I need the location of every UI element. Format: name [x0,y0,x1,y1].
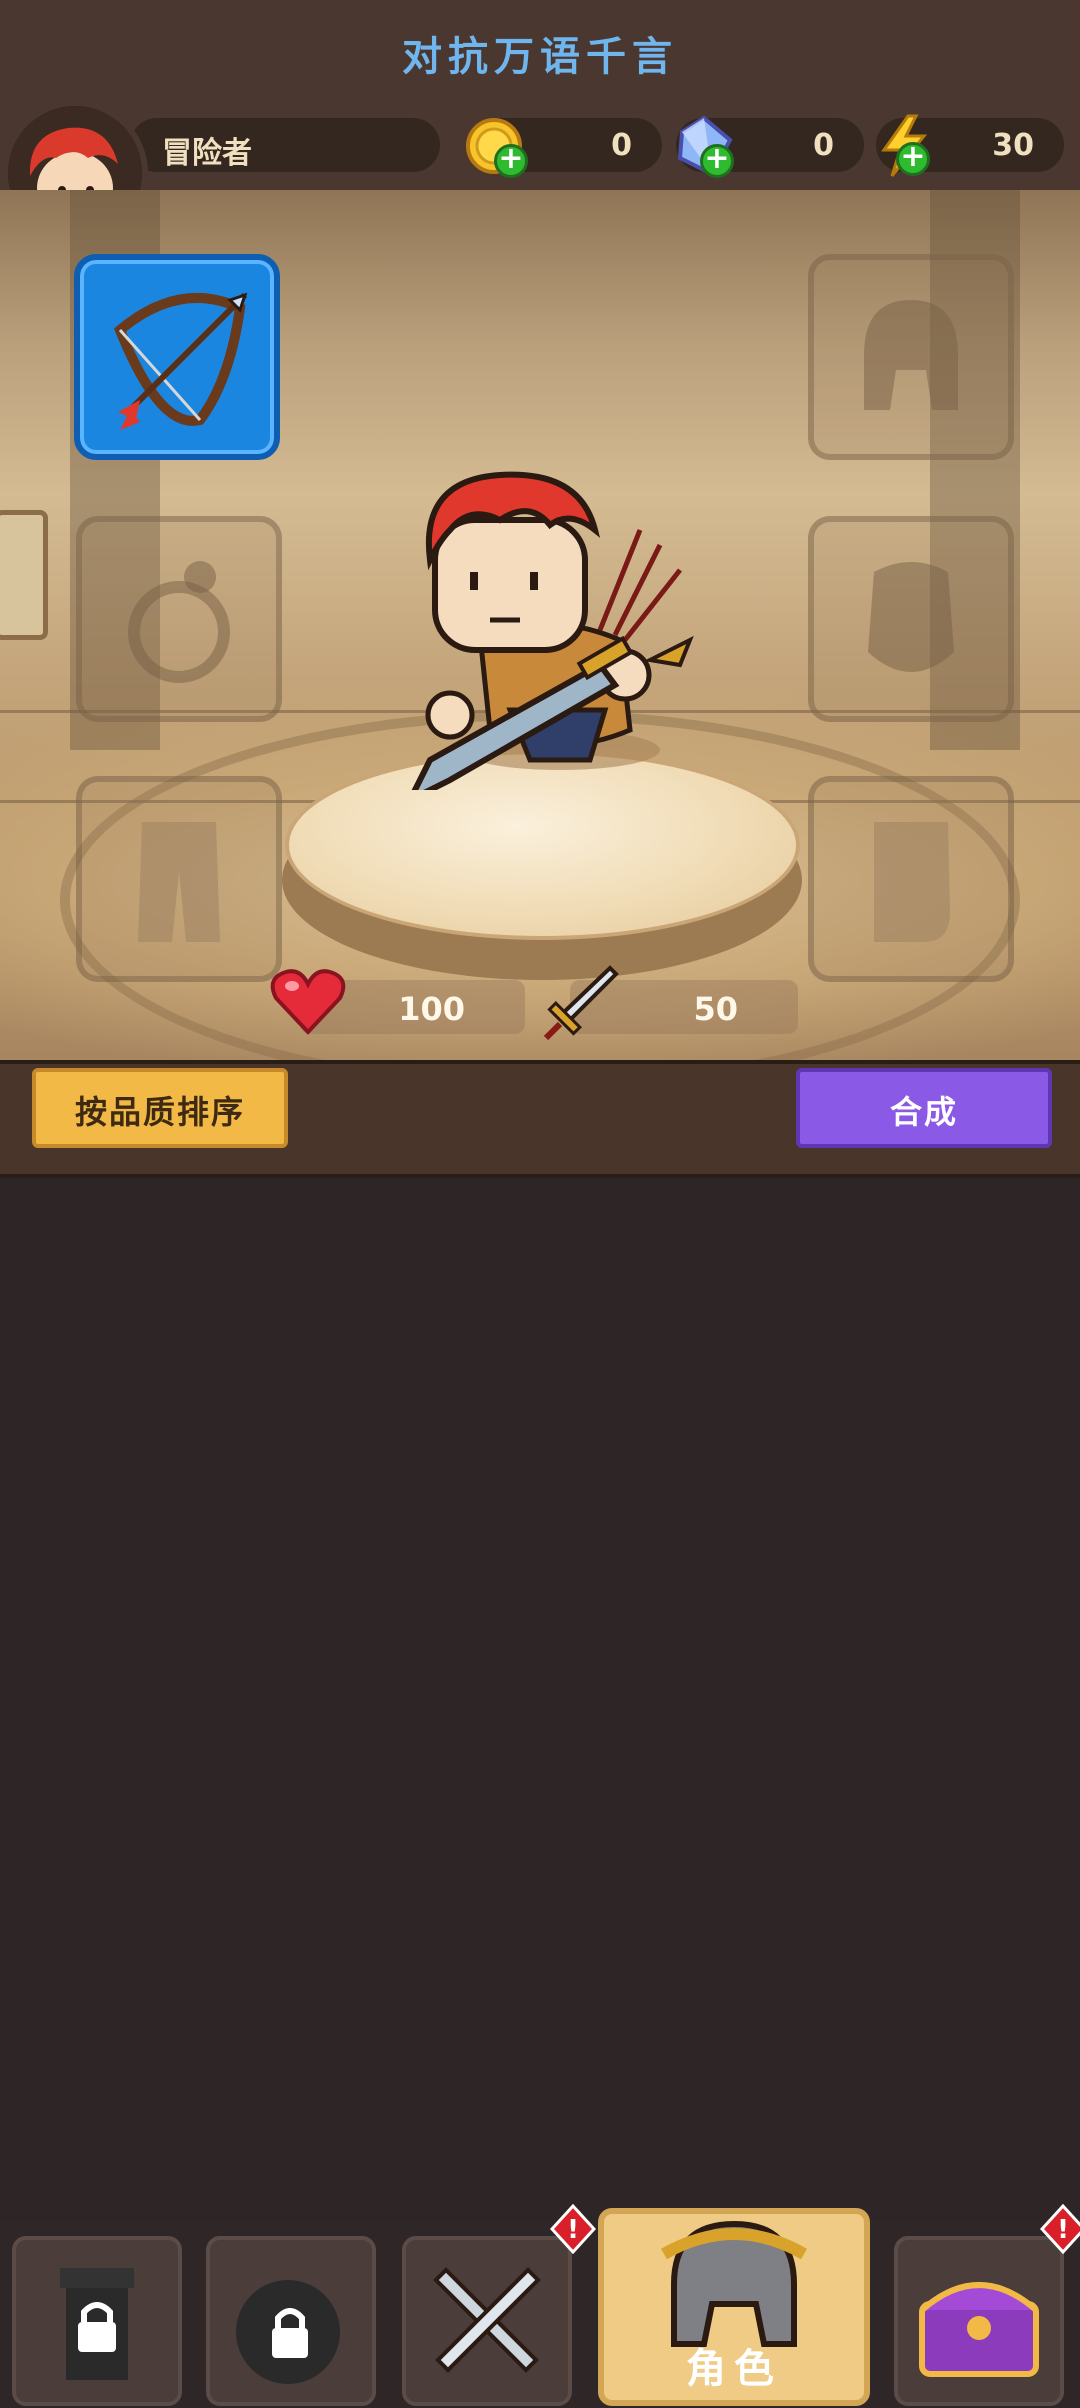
tab-character-label: 角色 [686,2346,782,2392]
player-name: 冒险者 [162,136,252,171]
health-value: 100 [398,990,465,1028]
heart-icon [270,969,346,1035]
gold-counter[interactable]: + 0 [466,118,662,178]
resource-bar: 冒险者 + 0 + 0 + 30 [0,100,1080,196]
pants-icon [138,822,220,942]
pants-slot[interactable] [76,776,282,982]
sort-by-quality-button[interactable]: 按品质排序 [32,1068,288,1148]
boots-slot[interactable] [808,776,1014,982]
add-gem-icon[interactable]: + [700,144,734,178]
tab-bomb-locked[interactable] [206,2236,376,2406]
helmet-icon [864,300,958,410]
top-bar: 对抗万语千言 [0,0,1080,104]
armor-icon [868,562,954,672]
tab-character[interactable]: 角色 [598,2208,870,2406]
battle-alert-icon: ! [550,2204,596,2254]
helmet-slot[interactable] [808,254,1014,460]
locked-bomb-icon [236,2280,340,2384]
svg-text:!: ! [567,2215,579,2245]
merge-button[interactable]: 合成 [796,1068,1052,1148]
energy-counter[interactable]: + 30 [876,114,1064,177]
attack-value: 50 [693,990,738,1028]
treasure-chest-icon [919,2282,1039,2377]
gem-counter[interactable]: + 0 [676,115,864,178]
gold-value: 0 [611,128,632,163]
tab-shop[interactable] [894,2236,1064,2406]
tab-tower-locked[interactable] [12,2236,182,2406]
player-name-pill[interactable]: 冒险者 [130,118,440,172]
tab-battle[interactable] [402,2236,572,2406]
inventory-grid [0,1178,1080,2218]
side-panel-tab[interactable] [0,510,48,640]
energy-value: 30 [992,128,1034,163]
game-title: 对抗万语千言 [402,34,678,80]
locked-tower-icon [60,2268,134,2380]
shop-alert-icon: ! [1040,2204,1080,2254]
add-energy-icon[interactable]: + [896,142,930,176]
bow-and-arrow-icon [114,292,248,430]
svg-text:!: ! [1057,2215,1069,2245]
hero-character[interactable] [390,460,710,790]
crossed-swords-icon [433,2267,541,2373]
sword-icon [543,965,619,1041]
gem-value: 0 [813,128,834,163]
ring-icon [128,561,230,683]
armor-slot[interactable] [808,516,1014,722]
add-gold-icon[interactable]: + [494,144,528,178]
ring-slot[interactable] [76,516,282,722]
character-stage: 100 50 [0,190,1080,1060]
boots-icon [874,822,950,942]
weapon-slot[interactable] [74,254,280,460]
